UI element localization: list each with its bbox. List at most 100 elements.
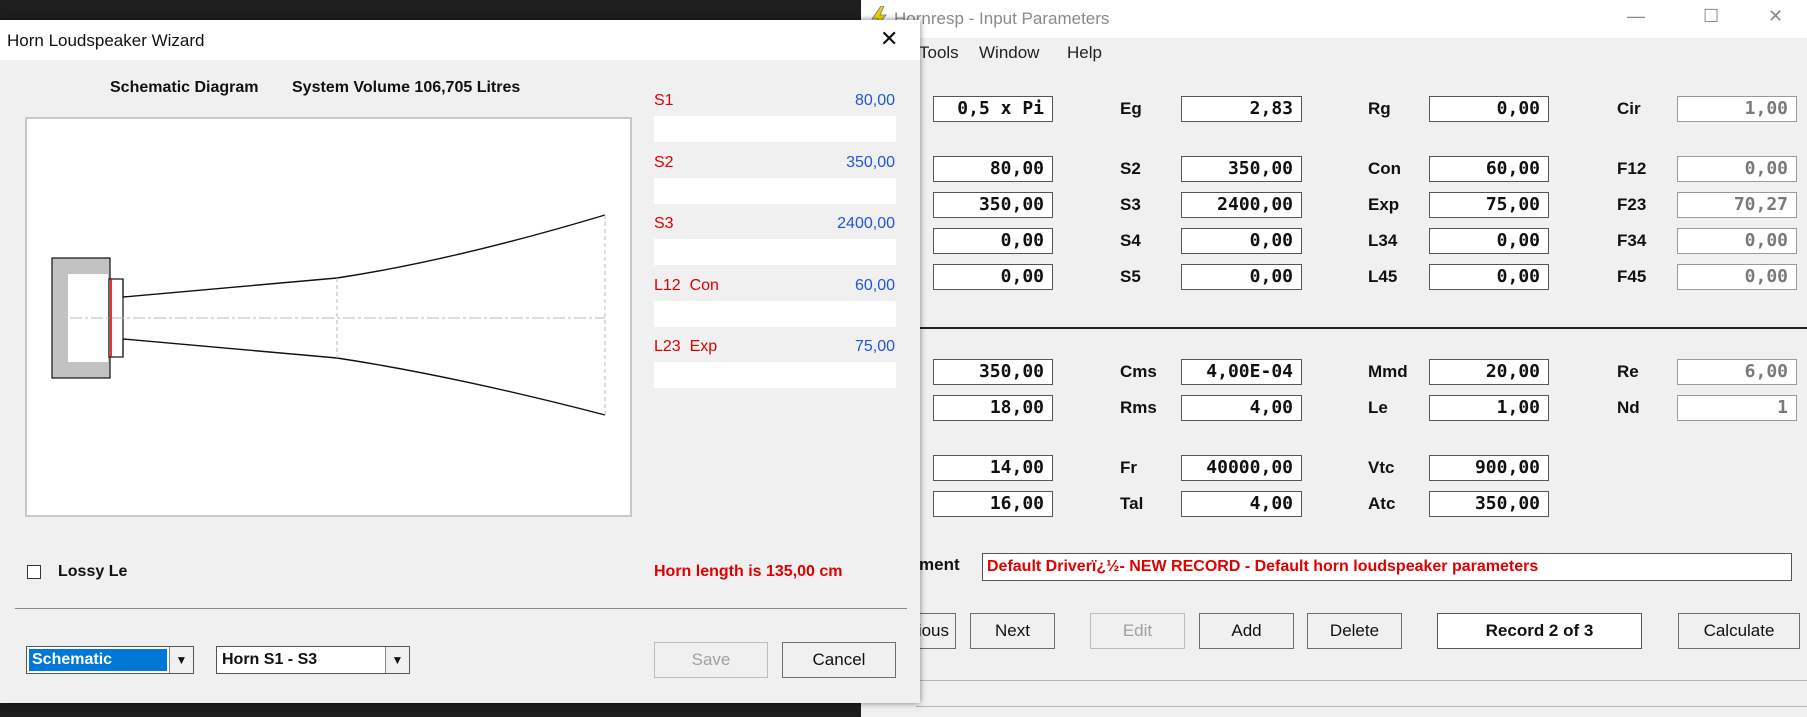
comment-input[interactable]: Default Driverï¿½- NEW RECORD - Default … (982, 553, 1792, 581)
param-label-l4: F45 (1617, 267, 1647, 286)
record-indicator: Record 2 of 3 (1437, 613, 1642, 649)
menu-tools[interactable]: Tools (919, 43, 959, 63)
param-label-l2: S2 (1120, 159, 1141, 178)
edit-button[interactable]: Edit (1090, 613, 1185, 649)
calculate-button[interactable]: Calculate (1678, 613, 1800, 649)
horn-length: Horn length is 135,00 cm (654, 563, 843, 580)
status-bar-divider (916, 680, 1807, 681)
chevron-down-icon[interactable]: ▼ (169, 647, 193, 673)
add-button[interactable]: Add (1199, 613, 1294, 649)
close-icon[interactable]: ✕ (1768, 6, 1783, 27)
param-field-c4[interactable]: 0,00 (1677, 156, 1797, 182)
param-label: S3 (654, 215, 674, 232)
param-label-l4: Cir (1617, 99, 1641, 118)
param-label-l3: Vtc (1368, 458, 1395, 477)
param-field-c1[interactable]: 16,00 (933, 491, 1053, 517)
horn-select-value: Horn S1 - S3 (222, 651, 318, 668)
param-label: S1 (654, 92, 674, 109)
param-field-c1[interactable]: 350,00 (933, 359, 1053, 385)
param-field-c1[interactable]: 0,00 (933, 228, 1053, 254)
param-label-l4: F12 (1617, 159, 1647, 178)
param-field-c3[interactable]: 0,00 (1429, 228, 1549, 254)
chevron-down-icon[interactable]: ▼ (385, 647, 409, 673)
param-label-l2: S3 (1120, 195, 1141, 214)
param-field-c3[interactable]: 900,00 (1429, 455, 1549, 481)
lossy-le-checkbox[interactable] (27, 565, 41, 579)
param-label-l4: Nd (1617, 398, 1640, 417)
param-value: 60,00 (854, 277, 895, 294)
delete-button[interactable]: Delete (1307, 613, 1402, 649)
param-field-c4[interactable]: 6,00 (1677, 359, 1797, 385)
param-bar (654, 362, 896, 388)
param-label-l2: Rms (1120, 398, 1157, 417)
param-field-c2[interactable]: 4,00E-04 (1181, 359, 1302, 385)
param-label-l3: Atc (1368, 494, 1396, 513)
param-field-c1[interactable]: 350,00 (933, 192, 1053, 218)
param-label: L23 Exp (654, 338, 718, 355)
param-label-l4: F34 (1617, 231, 1647, 250)
lossy-le-label: Lossy Le (58, 563, 128, 580)
horn-schematic (25, 117, 632, 517)
hornresp-title: Hornresp - Input Parameters (894, 9, 1110, 28)
param-field-c2[interactable]: 40000,00 (1181, 455, 1302, 481)
param-field-c3[interactable]: 75,00 (1429, 192, 1549, 218)
param-label-l3: Exp (1368, 195, 1400, 214)
param-field-c2[interactable]: 2400,00 (1181, 192, 1302, 218)
param-field-c1[interactable]: 18,00 (933, 395, 1053, 421)
minimize-icon[interactable]: — (1627, 6, 1645, 27)
param-field-c2[interactable]: 0,00 (1181, 228, 1302, 254)
system-volume: System Volume 106,705 Litres (292, 79, 521, 96)
divider (15, 608, 907, 609)
param-field-c1[interactable]: 0,5 x Pi (933, 96, 1053, 122)
menu-window[interactable]: Window (979, 43, 1039, 63)
param-label-l2: S5 (1120, 267, 1141, 286)
menu-help[interactable]: Help (1067, 43, 1102, 63)
param-field-c3[interactable]: 0,00 (1429, 96, 1549, 122)
param-label-l3: Le (1368, 398, 1388, 417)
next-button[interactable]: Next (970, 613, 1055, 649)
param-bar (654, 301, 896, 327)
param-label-l3: Mmd (1368, 362, 1408, 381)
hornresp-title-bar: Hornresp - Input Parameters — ☐ ✕ (861, 0, 1807, 38)
param-field-c4[interactable]: 70,27 (1677, 192, 1797, 218)
maximize-icon[interactable]: ☐ (1703, 6, 1719, 27)
param-field-c4[interactable]: 0,00 (1677, 264, 1797, 290)
comment-label: ment (919, 555, 960, 574)
param-field-c4[interactable]: 0,00 (1677, 228, 1797, 254)
wizard-title-bar: Horn Loudspeaker Wizard ✕ (0, 20, 920, 60)
param-field-c3[interactable]: 20,00 (1429, 359, 1549, 385)
param-field-c1[interactable]: 0,00 (933, 264, 1053, 290)
param-field-c2[interactable]: 2,83 (1181, 96, 1302, 122)
param-field-c2[interactable]: 0,00 (1181, 264, 1302, 290)
param-bar (654, 116, 896, 142)
param-label-l2: S4 (1120, 231, 1141, 250)
divider (916, 327, 1807, 329)
param-label-l2: Cms (1120, 362, 1157, 381)
param-field-c4[interactable]: 1,00 (1677, 96, 1797, 122)
param-field-c2[interactable]: 350,00 (1181, 156, 1302, 182)
horn-select[interactable]: Horn S1 - S3 ▼ (216, 646, 410, 674)
param-field-c3[interactable]: 60,00 (1429, 156, 1549, 182)
param-label-l3: Con (1368, 159, 1402, 178)
param-field-c3[interactable]: 1,00 (1429, 395, 1549, 421)
param-label-l3: L45 (1368, 267, 1398, 286)
save-button[interactable]: Save (654, 642, 768, 678)
param-label-l3: Rg (1368, 99, 1391, 118)
param-field-c2[interactable]: 4,00 (1181, 395, 1302, 421)
param-label-l4: F23 (1617, 195, 1647, 214)
param-label-l2: Fr (1120, 458, 1137, 477)
param-label-l4: Re (1617, 362, 1639, 381)
param-bar (654, 239, 896, 265)
param-field-c3[interactable]: 0,00 (1429, 264, 1549, 290)
param-field-c1[interactable]: 80,00 (933, 156, 1053, 182)
param-field-c1[interactable]: 14,00 (933, 455, 1053, 481)
cancel-button[interactable]: Cancel (782, 642, 896, 678)
param-field-c2[interactable]: 4,00 (1181, 491, 1302, 517)
param-value: 80,00 (854, 92, 895, 109)
param-field-c4[interactable]: 1 (1677, 395, 1797, 421)
close-icon[interactable]: ✕ (880, 26, 898, 52)
param-field-c3[interactable]: 350,00 (1429, 491, 1549, 517)
param-label-l2: Eg (1120, 99, 1142, 118)
view-select[interactable]: Schematic ▼ (26, 646, 194, 674)
status-bar-divider-bottom (916, 706, 1807, 707)
